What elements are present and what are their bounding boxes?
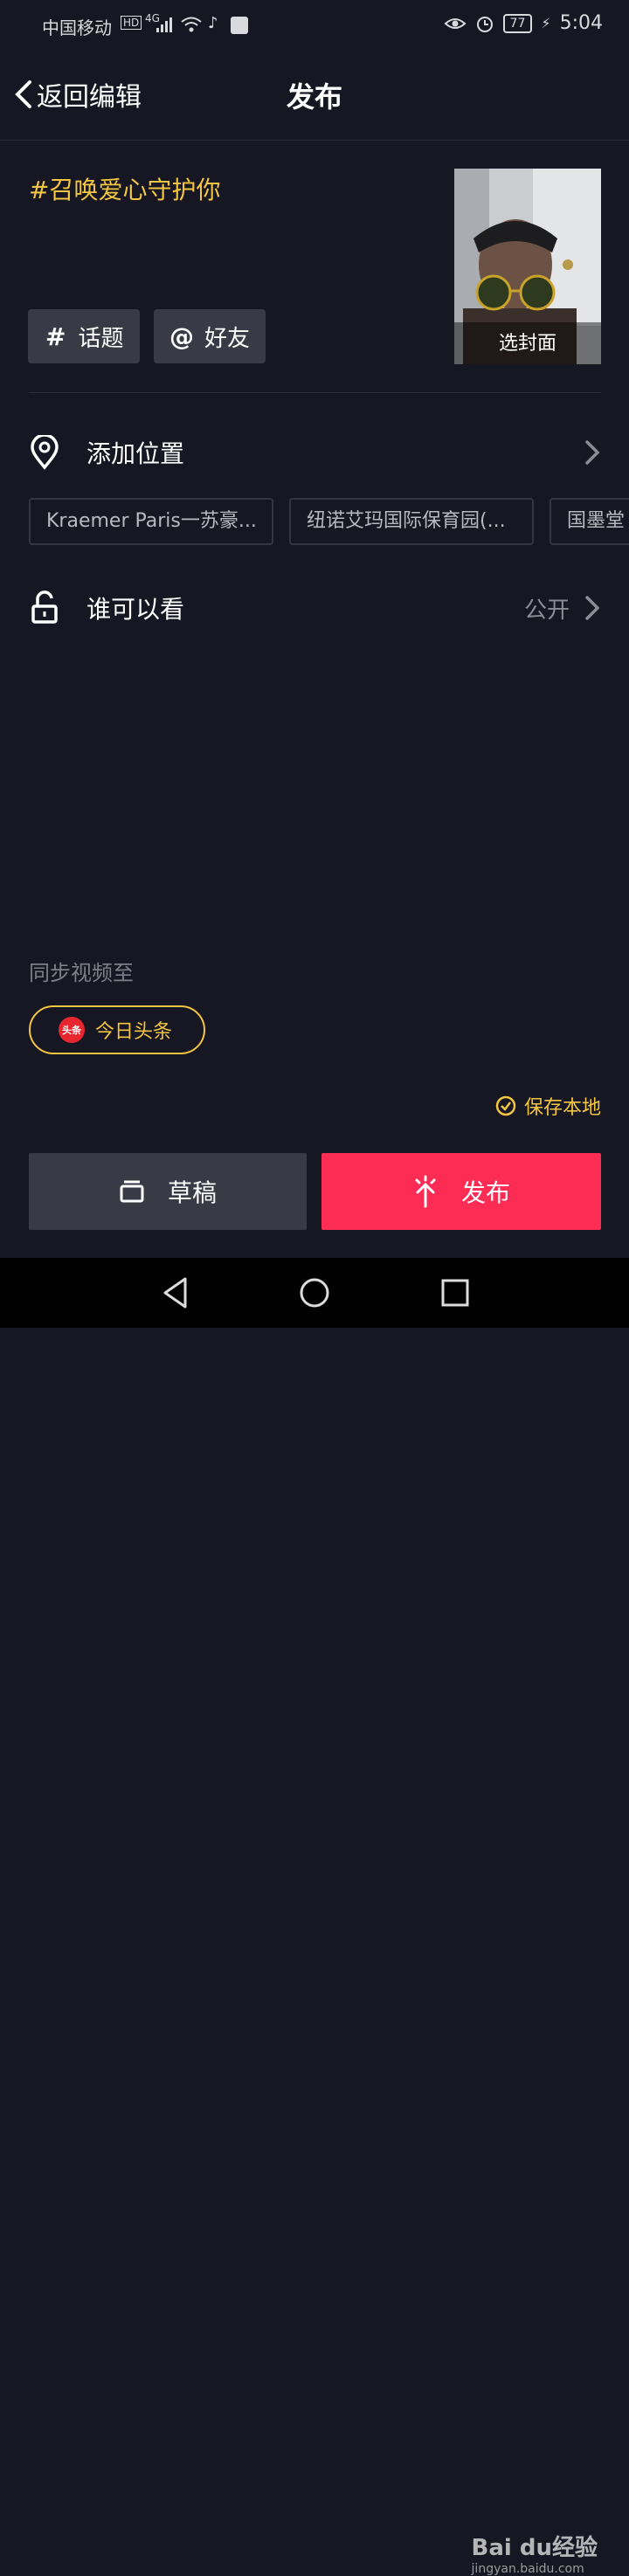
hd-icon: HD: [121, 16, 142, 30]
watermark-brand: Bai du经验: [471, 2535, 598, 2561]
tiktok-icon: ♪: [208, 14, 218, 32]
visibility-value: 公开: [523, 597, 570, 624]
alarm-icon: [476, 16, 493, 32]
draft-box-icon: [119, 1179, 145, 1204]
at-icon: @: [169, 321, 194, 351]
location-suggestion[interactable]: 纽诺艾玛国际保育园(...: [289, 498, 534, 545]
header: 发布 返回编辑: [0, 51, 629, 141]
location-suggestions: Kraemer Paris一苏豪... 纽诺艾玛国际保育园(... 国墨堂: [29, 498, 629, 547]
cover-label: 选封面: [498, 333, 556, 355]
topic-button[interactable]: # 话题: [28, 309, 140, 363]
save-local-label: 保存本地: [523, 1097, 601, 1119]
back-to-edit-button[interactable]: 返回编辑: [12, 75, 142, 114]
mention-friend-button[interactable]: @ 好友: [154, 309, 266, 363]
location-suggestion[interactable]: Kraemer Paris一苏豪...: [29, 498, 273, 545]
toutiao-label: 今日头条: [95, 1021, 173, 1043]
cover-selector[interactable]: 选封面: [454, 169, 601, 364]
chevron-left-icon: [15, 80, 31, 108]
draft-label: 草稿: [167, 1178, 217, 1207]
location-pin-icon: [31, 435, 59, 470]
wifi-icon: [181, 17, 202, 32]
add-location-row[interactable]: 添加位置: [29, 425, 601, 480]
chevron-right-icon: [585, 440, 600, 465]
signal-icon: [156, 17, 172, 32]
toutiao-icon: 头条: [59, 1017, 85, 1043]
visibility-label: 谁可以看: [86, 595, 185, 624]
sync-toutiao-toggle[interactable]: 头条 今日头条: [29, 1005, 205, 1054]
friend-label: 好友: [204, 325, 251, 352]
add-location-label: 添加位置: [86, 439, 185, 468]
chevron-right-icon: [585, 596, 600, 620]
caption-input[interactable]: #召唤爱心守护你: [29, 171, 220, 206]
check-circle-icon: [495, 1095, 516, 1116]
clock: 5:04: [559, 12, 603, 34]
topic-label: 话题: [78, 325, 124, 352]
visibility-row[interactable]: 谁可以看 公开: [29, 580, 601, 636]
location-suggestion[interactable]: 国墨堂: [550, 498, 629, 545]
hashtag-icon: #: [45, 321, 66, 351]
publish-label: 发布: [460, 1178, 510, 1207]
save-local-toggle[interactable]: 保存本地: [494, 1092, 601, 1120]
eye-icon: [444, 17, 467, 29]
upload-icon: [412, 1175, 439, 1208]
nav-home-icon[interactable]: [299, 1275, 330, 1310]
back-label: 返回编辑: [37, 82, 142, 113]
nav-recent-icon[interactable]: [440, 1275, 470, 1310]
baidu-watermark: Bai du经验 jingyan.baidu.com: [472, 2530, 598, 2576]
draft-button[interactable]: 草稿: [29, 1153, 307, 1230]
system-nav-bar: Bai du经验 jingyan.baidu.com: [0, 1258, 629, 2576]
carrier-name: 中国移动: [42, 17, 112, 38]
publish-button[interactable]: 发布: [321, 1153, 601, 1230]
watermark-url: jingyan.baidu.com: [471, 2562, 584, 2576]
status-bar: 中国移动 HD 4G ♪ 77 ⚡ 5:04: [0, 0, 629, 51]
divider: [29, 392, 601, 393]
unlock-icon: [31, 590, 58, 624]
charging-icon: ⚡: [541, 15, 551, 31]
status-right: 77 ⚡ 5:04: [444, 12, 603, 34]
sync-label: 同步视频至: [29, 961, 134, 985]
map-app-icon: [231, 17, 248, 34]
nav-back-icon[interactable]: [161, 1275, 190, 1310]
battery-indicator: 77: [502, 13, 533, 33]
